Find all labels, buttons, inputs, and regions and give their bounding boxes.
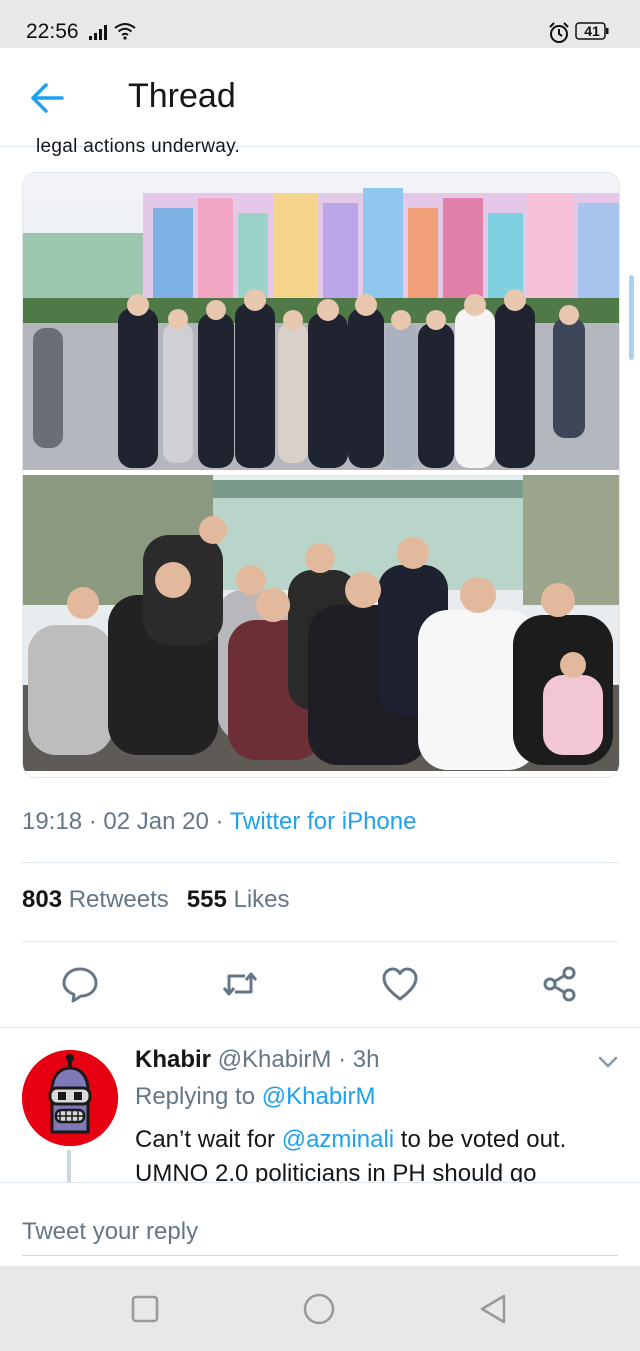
navigation-bar (0, 1266, 640, 1351)
retweet-icon (222, 972, 258, 996)
tweet-photo-2[interactable] (23, 475, 619, 771)
reply-button[interactable] (60, 964, 100, 1004)
share-button[interactable] (540, 964, 580, 1004)
reply-icon (62, 967, 98, 1003)
like-icon (382, 967, 418, 1001)
divider (22, 941, 618, 942)
reply-input[interactable] (22, 1209, 618, 1256)
replying-to: Replying to @KhabirM (135, 1083, 376, 1110)
reply-header: Khabir @KhabirM · 3h (135, 1046, 380, 1073)
home-icon[interactable] (302, 1292, 336, 1326)
reply-time: 3h (352, 1046, 380, 1073)
scrollbar-thumb[interactable] (629, 275, 634, 360)
page-title: Thread (128, 77, 236, 115)
tweet-text: legal actions underway. (36, 136, 241, 157)
photo-illustration (23, 173, 619, 470)
reply-text: Can’t wait for @azminali to be voted out… (135, 1126, 567, 1183)
status-bar: 22:56 41 (0, 0, 640, 48)
wifi-icon (114, 23, 136, 40)
divider (22, 862, 618, 863)
replying-to-link[interactable]: @KhabirM (262, 1083, 376, 1110)
recent-apps-icon[interactable] (128, 1292, 162, 1326)
mention-link[interactable]: @azminali (282, 1126, 394, 1153)
header: Thread (0, 48, 640, 147)
likes-stat[interactable]: 555 Likes (187, 886, 290, 913)
retweet-button[interactable] (220, 964, 260, 1004)
alarm-icon (549, 22, 569, 43)
back-button[interactable] (24, 76, 74, 120)
reply-author-handle[interactable]: @KhabirM (218, 1046, 332, 1073)
tweet-stats: 803 Retweets 555 Likes (22, 886, 290, 914)
reply-composer (0, 1182, 640, 1267)
back-arrow-icon (31, 83, 64, 113)
back-nav-icon[interactable] (476, 1292, 510, 1326)
chevron-down-icon[interactable] (596, 1052, 620, 1072)
tweet-time: 19:18 (22, 808, 83, 835)
share-icon (543, 966, 576, 1002)
avatar[interactable] (22, 1050, 118, 1146)
section-divider (0, 1027, 640, 1028)
tweet-source-link[interactable]: Twitter for iPhone (230, 808, 417, 835)
tweet-date: 02 Jan 20 (103, 808, 209, 835)
tweet-photo-1[interactable] (23, 173, 619, 470)
avatar-image (22, 1050, 118, 1146)
like-button[interactable] (380, 964, 420, 1004)
tweet-meta: 19:18 · 02 Jan 20 · Twitter for iPhone (22, 808, 417, 835)
retweets-stat[interactable]: 803 Retweets (22, 886, 169, 913)
reply-author-name[interactable]: Khabir (135, 1046, 211, 1073)
status-time: 22:56 (26, 20, 79, 43)
battery-level: 41 (584, 23, 600, 39)
tweet-media[interactable] (22, 172, 620, 778)
signal-icon (89, 25, 107, 40)
photo-illustration (23, 475, 619, 771)
